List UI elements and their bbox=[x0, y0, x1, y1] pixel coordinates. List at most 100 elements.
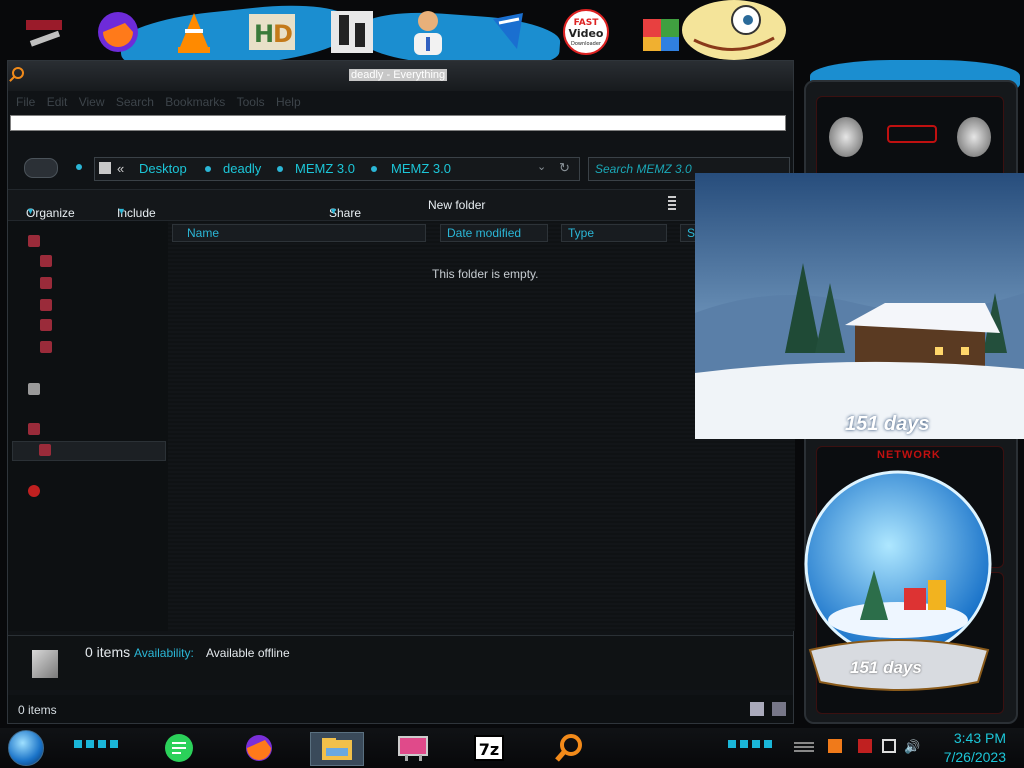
column-name-label: Name bbox=[187, 226, 220, 240]
menu-file[interactable]: File bbox=[16, 95, 35, 109]
folder-icon bbox=[40, 341, 52, 353]
clock-time: 3:43 PM bbox=[953, 730, 1006, 746]
explorer-window: deadly - Everything File Edit View Searc… bbox=[7, 60, 795, 724]
start-button[interactable] bbox=[8, 730, 44, 766]
breadcrumb-memz-2[interactable]: MEMZ 3.0 bbox=[391, 161, 451, 176]
empty-folder-message: This folder is empty. bbox=[432, 267, 539, 281]
column-header-date-modified[interactable]: Date modified bbox=[440, 224, 548, 242]
column-date-label: Date modified bbox=[447, 226, 522, 240]
taskbar-7zip-label: 7z bbox=[479, 740, 499, 759]
nav-item-local-disk[interactable] bbox=[12, 441, 166, 461]
command-bar: Organize ▼ Include selected folder in li… bbox=[8, 189, 793, 262]
vlc-icon[interactable] bbox=[168, 6, 220, 58]
taskbar: 7z 🔊 3:43 PM 7/26/2023 bbox=[0, 728, 1024, 768]
homegroup-icon bbox=[28, 383, 40, 395]
breadcrumb-memz-1[interactable]: MEMZ 3.0 bbox=[295, 161, 355, 176]
svg-text:H: H bbox=[254, 20, 274, 48]
taskbar-ornament bbox=[728, 740, 772, 748]
memz-icon[interactable] bbox=[326, 6, 378, 58]
details-pane: 0 items Availability: Available offline bbox=[8, 635, 793, 690]
breadcrumb-separator-icon bbox=[371, 166, 377, 172]
nav-item-favorites[interactable] bbox=[28, 233, 168, 251]
menu-view[interactable]: View bbox=[79, 95, 105, 109]
tiles-view-icon[interactable] bbox=[772, 702, 786, 716]
details-view-icon[interactable] bbox=[750, 702, 764, 716]
breadcrumb-deadly[interactable]: deadly bbox=[223, 161, 261, 176]
nav-item[interactable] bbox=[40, 297, 180, 315]
taskbar-explorer-icon[interactable] bbox=[310, 732, 364, 766]
action-center-flag-icon[interactable] bbox=[858, 739, 872, 753]
new-folder-button[interactable]: New folder bbox=[428, 198, 485, 212]
everything-search-input[interactable] bbox=[10, 115, 786, 131]
nav-item-homegroup[interactable] bbox=[28, 381, 168, 399]
hxd-icon[interactable]: HD bbox=[246, 6, 298, 58]
taskbar-presentation-icon[interactable] bbox=[390, 732, 436, 764]
cartoon-character-image bbox=[674, 0, 792, 62]
network-label: NETWORK bbox=[877, 449, 941, 461]
fast-video-icon[interactable]: FAST Video Downloader bbox=[560, 6, 612, 58]
menu-bar: File Edit View Search Bookmarks Tools He… bbox=[8, 91, 793, 113]
snow-globe-gadget[interactable]: 151 days bbox=[796, 470, 1006, 698]
system-clock[interactable]: 3:43 PM 7/26/2023 bbox=[944, 729, 1006, 767]
menu-help[interactable]: Help bbox=[276, 95, 301, 109]
status-bar: 0 items bbox=[8, 695, 793, 723]
menu-search[interactable]: Search bbox=[116, 95, 154, 109]
chevron-down-icon[interactable]: ⌄ bbox=[537, 160, 546, 173]
tools-icon[interactable] bbox=[18, 6, 70, 58]
folder-icon bbox=[40, 255, 52, 267]
nav-item[interactable] bbox=[40, 317, 180, 335]
network-tray-icon[interactable] bbox=[882, 739, 896, 753]
folder-icon bbox=[40, 319, 52, 331]
star-icon bbox=[28, 235, 40, 247]
folder-thumbnail-icon bbox=[32, 650, 58, 678]
nav-item-computer[interactable] bbox=[28, 421, 168, 439]
chevron-down-icon: ▼ bbox=[117, 206, 126, 216]
search-placeholder: Search MEMZ 3.0 bbox=[595, 162, 692, 176]
title-bar[interactable]: deadly - Everything bbox=[8, 61, 793, 91]
folder-icon bbox=[99, 162, 111, 174]
alien-head-icon bbox=[957, 117, 991, 157]
breadcrumb-separator-icon bbox=[277, 166, 283, 172]
refresh-icon[interactable]: ↻ bbox=[559, 160, 570, 176]
winter-scene-image bbox=[695, 173, 1024, 439]
firefox-icon[interactable] bbox=[92, 6, 144, 58]
winter-countdown-gadget[interactable]: 151 days bbox=[695, 173, 1024, 439]
shield-icon[interactable] bbox=[482, 6, 534, 58]
network-icon bbox=[28, 485, 40, 497]
availability-value: Available offline bbox=[206, 646, 290, 660]
show-desktop-icon[interactable] bbox=[794, 742, 814, 752]
nav-item[interactable] bbox=[40, 275, 180, 293]
nav-item[interactable] bbox=[40, 253, 180, 271]
address-chevrons: « bbox=[117, 161, 125, 176]
computer-icon bbox=[28, 423, 40, 435]
fast-video-line2: Video bbox=[569, 27, 604, 40]
taskbar-7zip-icon[interactable]: 7z bbox=[466, 732, 512, 764]
back-forward-button[interactable] bbox=[24, 158, 58, 178]
nav-item-network[interactable] bbox=[28, 483, 168, 501]
doctor-icon[interactable] bbox=[402, 6, 454, 58]
taskbar-everything-icon[interactable] bbox=[546, 732, 592, 764]
menu-edit[interactable]: Edit bbox=[47, 95, 68, 109]
address-bar[interactable]: « Desktop deadly MEMZ 3.0 MEMZ 3.0 ⌄ ↻ bbox=[94, 157, 580, 181]
column-header-name[interactable]: Name bbox=[172, 224, 426, 242]
details-item-count: 0 items bbox=[85, 644, 131, 660]
navigation-row: « Desktop deadly MEMZ 3.0 MEMZ 3.0 ⌄ ↻ S… bbox=[8, 153, 793, 185]
status-item-count: 0 items bbox=[18, 703, 57, 717]
menu-tools[interactable]: Tools bbox=[237, 95, 265, 109]
taskbar-firefox-icon[interactable] bbox=[236, 732, 282, 764]
menu-bookmarks[interactable]: Bookmarks bbox=[165, 95, 225, 109]
alien-head-icon bbox=[829, 117, 863, 157]
time-gadget-glow bbox=[887, 125, 937, 143]
column-header-type[interactable]: Type bbox=[561, 224, 667, 242]
navigation-pane bbox=[8, 221, 168, 631]
volume-icon[interactable]: 🔊 bbox=[904, 739, 920, 755]
taskbar-messaging-icon[interactable] bbox=[156, 732, 202, 764]
view-options-icon[interactable] bbox=[668, 196, 676, 210]
globe-countdown-days: 151 days bbox=[850, 658, 922, 677]
breadcrumb-desktop[interactable]: Desktop bbox=[139, 161, 187, 176]
fast-video-line3: Downloader bbox=[571, 41, 602, 47]
chevron-down-icon: ▼ bbox=[26, 206, 35, 216]
nav-item[interactable] bbox=[40, 339, 180, 357]
tray-app-icon[interactable] bbox=[828, 739, 842, 753]
dropdown-dot-icon[interactable] bbox=[76, 164, 82, 170]
